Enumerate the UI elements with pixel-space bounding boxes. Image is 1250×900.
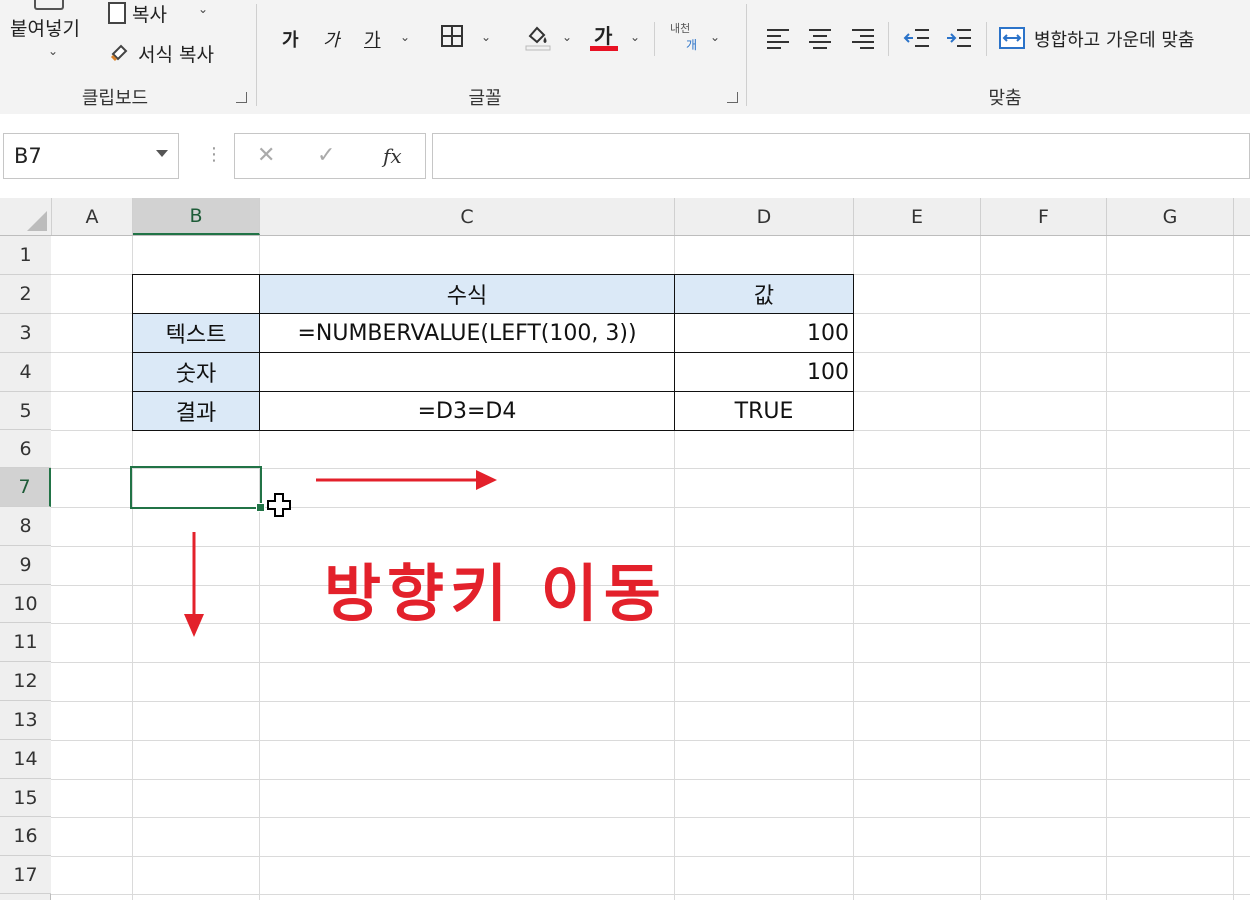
row-header-13[interactable]: 13 — [0, 701, 51, 740]
decrease-indent-icon[interactable] — [903, 26, 931, 50]
merge-center-icon[interactable] — [998, 26, 1026, 50]
alignment-group-label: 맞춤 — [988, 88, 1022, 109]
column-header-e[interactable]: E — [854, 198, 981, 235]
name-box-dropdown-icon[interactable] — [156, 150, 168, 157]
phonetic-bottom-text[interactable]: 개 — [686, 36, 697, 53]
name-box[interactable]: B7 — [3, 133, 179, 179]
paste-dropdown-chevron-icon[interactable]: ⌄ — [48, 44, 58, 58]
row-header-14[interactable]: 14 — [0, 740, 51, 779]
column-header-b[interactable]: B — [133, 198, 260, 235]
increase-indent-icon[interactable] — [945, 26, 973, 50]
table-row5-formula[interactable]: =D3=D4 — [259, 391, 675, 431]
select-all-button[interactable] — [0, 198, 52, 235]
row-header-8[interactable]: 8 — [0, 507, 51, 546]
align-center-icon[interactable] — [807, 26, 833, 50]
insert-function-icon[interactable]: fx — [383, 144, 402, 168]
row-header-12[interactable]: 12 — [0, 662, 51, 701]
fill-color-dropdown-chevron-icon[interactable]: ⌄ — [562, 30, 572, 44]
format-painter-icon — [110, 40, 132, 62]
column-header-a[interactable]: A — [52, 198, 133, 235]
row-header-11[interactable]: 11 — [0, 623, 51, 662]
table-row5-value[interactable]: TRUE — [674, 391, 854, 431]
row-header-9[interactable]: 9 — [0, 546, 51, 585]
borders-dropdown-chevron-icon[interactable]: ⌄ — [481, 30, 491, 44]
phonetic-top-text: 내천 — [670, 22, 691, 35]
table-row4-value[interactable]: 100 — [674, 352, 854, 392]
row-header-17[interactable]: 17 — [0, 856, 51, 894]
phonetic-dropdown-chevron-icon[interactable]: ⌄ — [710, 30, 720, 44]
clipboard-group-label: 클립보드 — [81, 88, 149, 109]
active-cell-b7[interactable] — [130, 466, 262, 509]
row-header-bar: 1 2 3 4 5 6 7 8 9 10 11 12 13 14 15 16 1… — [0, 236, 51, 900]
enter-icon[interactable]: ✓ — [317, 143, 335, 168]
cursor-plus-icon — [266, 492, 292, 518]
row-header-2[interactable]: 2 — [0, 275, 51, 314]
formula-bar-buttons: ✕ ✓ fx — [234, 133, 426, 179]
cancel-icon[interactable]: ✕ — [257, 143, 275, 168]
column-header-f[interactable]: F — [981, 198, 1107, 235]
row-header-6[interactable]: 6 — [0, 430, 51, 468]
select-all-triangle-icon — [27, 211, 47, 231]
fill-color-icon[interactable] — [524, 22, 552, 52]
row-header-3[interactable]: 3 — [0, 314, 51, 353]
copy-icon — [108, 2, 126, 24]
underline-dropdown-chevron-icon[interactable]: ⌄ — [400, 30, 410, 44]
table-header-value[interactable]: 값 — [674, 274, 854, 314]
paste-icon — [34, 0, 64, 10]
clipboard-launcher-icon[interactable] — [236, 92, 247, 103]
font-group-label: 글꼴 — [468, 88, 502, 109]
font-color-button[interactable]: 가 — [594, 20, 612, 49]
font-color-swatch — [590, 46, 618, 51]
table-row4-formula[interactable] — [259, 352, 675, 392]
right-arrow-annotation — [314, 468, 498, 492]
down-arrow-annotation — [182, 530, 206, 638]
annotation-text: 방향키 이동 — [324, 557, 667, 630]
format-painter-button[interactable]: 서식 복사 — [138, 40, 214, 67]
font-launcher-icon[interactable] — [727, 92, 738, 103]
table-row5-label[interactable]: 결과 — [132, 391, 260, 431]
column-header-c[interactable]: C — [260, 198, 675, 235]
column-header-g[interactable]: G — [1107, 198, 1234, 235]
column-header-d[interactable]: D — [675, 198, 854, 235]
name-box-value: B7 — [14, 144, 42, 168]
column-header-bar: A B C D E F G — [0, 198, 1250, 236]
table-row3-formula[interactable]: =NUMBERVALUE(LEFT(100, 3)) — [259, 313, 675, 353]
formula-bar-grip-icon[interactable]: ⋮ — [205, 146, 223, 164]
copy-dropdown-chevron-icon[interactable]: ⌄ — [198, 2, 208, 16]
row-header-5[interactable]: 5 — [0, 392, 51, 430]
formula-input[interactable] — [432, 133, 1250, 179]
row-header-16[interactable]: 16 — [0, 817, 51, 856]
ribbon: 붙여넣기 ⌄ 복사 ⌄ 서식 복사 클립보드 가 가 가 ⌄ ⌄ ⌄ 가 ⌄ 내… — [0, 0, 1250, 115]
underline-button[interactable]: 가 — [364, 26, 381, 52]
font-color-dropdown-chevron-icon[interactable]: ⌄ — [630, 30, 640, 44]
copy-button[interactable]: 복사 — [132, 0, 167, 27]
row-header-10[interactable]: 10 — [0, 585, 51, 623]
row-header-7[interactable]: 7 — [0, 468, 51, 507]
row-header-1[interactable]: 1 — [0, 236, 51, 275]
row-header-4[interactable]: 4 — [0, 353, 51, 392]
fill-handle[interactable] — [256, 503, 265, 512]
row-header-15[interactable]: 15 — [0, 779, 51, 817]
cell-b2[interactable] — [132, 274, 260, 314]
table-row4-label[interactable]: 숫자 — [132, 352, 260, 392]
increase-font-button[interactable]: 가 — [282, 26, 299, 52]
paste-button[interactable]: 붙여넣기 — [10, 14, 80, 41]
decrease-font-button[interactable]: 가 — [323, 26, 340, 52]
table-row3-label[interactable]: 텍스트 — [132, 313, 260, 353]
merge-center-button[interactable]: 병합하고 가운데 맞춤 — [1034, 26, 1194, 52]
borders-icon[interactable] — [440, 24, 464, 48]
table-row3-value[interactable]: 100 — [674, 313, 854, 353]
align-right-icon[interactable] — [850, 26, 876, 50]
table-header-formula[interactable]: 수식 — [259, 274, 675, 314]
align-left-icon[interactable] — [765, 26, 791, 50]
